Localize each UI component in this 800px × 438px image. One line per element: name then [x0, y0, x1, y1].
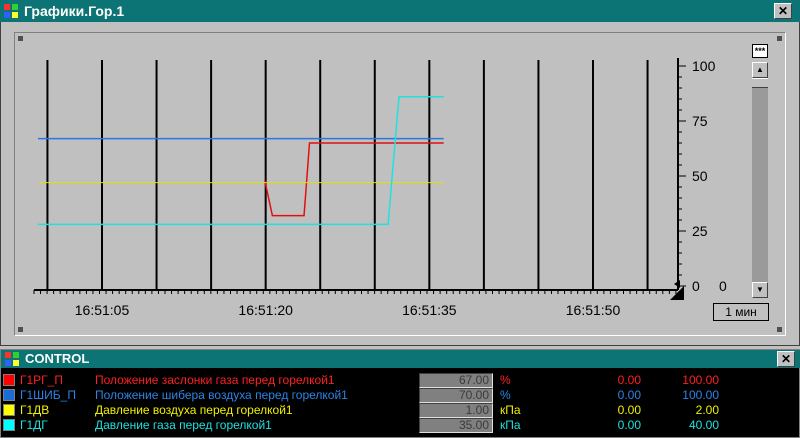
tag-row[interactable]: Г1ШИБ_П Положение шибера воздуха перед г… — [3, 388, 799, 403]
tag-name: Г1ШИБ_П — [20, 388, 76, 402]
series-color-swatch — [3, 389, 15, 401]
tag-name: Г1ДГ — [20, 418, 48, 432]
y-tick-label: 50 — [692, 168, 708, 184]
tag-min: 0.00 — [617, 418, 641, 432]
control-window-title: CONTROL — [25, 351, 90, 366]
close-icon[interactable]: ✕ — [777, 351, 795, 367]
chart-window: Графики.Гор.1 ✕ 100 75 50 25 0 0 16:51:05 16:51… — [0, 0, 800, 346]
y-tick-label: 25 — [692, 223, 708, 239]
app-icon — [5, 352, 19, 366]
tag-unit: кПа — [500, 418, 521, 432]
tag-max: 40.00 — [688, 418, 719, 432]
trend-chart: 100 75 50 25 0 0 16:51:05 16:51:20 16:51:35 16:51… — [33, 58, 727, 318]
control-window: CONTROL ✕ Г1РГ_П Положение заслонки газа… — [0, 349, 800, 438]
y-tick-label: 75 — [692, 113, 708, 129]
tag-description: Положение шибера воздуха перед горелкой1 — [95, 388, 348, 402]
x-tick-label: 16:51:05 — [75, 302, 130, 318]
tag-max: 100.00 — [682, 373, 719, 387]
tag-value: 70.00 — [458, 388, 489, 402]
tag-max: 2.00 — [695, 403, 719, 417]
tag-unit: % — [500, 373, 511, 387]
value-field: 70.00 — [419, 388, 493, 403]
series-line — [264, 142, 444, 217]
tag-unit: кПа — [500, 403, 521, 417]
scroll-thumb[interactable] — [752, 78, 768, 88]
x-tick-label: 16:51:20 — [238, 302, 293, 318]
scroll-down-icon[interactable]: ▼ — [752, 282, 768, 298]
value-field: 67.00 — [419, 373, 493, 388]
tag-row[interactable]: Г1ДГ Давление газа перед горелкой1 35.00… — [3, 418, 799, 433]
tag-name: Г1ДВ — [20, 403, 50, 417]
vertical-scrollbar[interactable]: ▲ ▼ — [752, 62, 768, 298]
tag-min: 0.00 — [617, 403, 641, 417]
x-tick-label: 16:51:50 — [566, 302, 621, 318]
tag-max: 100.00 — [682, 388, 719, 402]
tag-unit: % — [500, 388, 511, 402]
y-zero-label: 0 — [719, 278, 727, 294]
tag-description: Положение заслонки газа перед горелкой1 — [95, 373, 335, 387]
series-line — [38, 96, 444, 226]
tag-row[interactable]: Г1ДВ Давление воздуха перед горелкой1 1.… — [3, 403, 799, 418]
series-color-swatch — [3, 419, 15, 431]
tag-description: Давление воздуха перед горелкой1 — [95, 403, 293, 417]
value-field: 1.00 — [419, 403, 493, 418]
tag-value: 35.00 — [458, 418, 489, 432]
scroll-menu-button[interactable]: *** — [752, 44, 768, 58]
tag-row[interactable]: Г1РГ_П Положение заслонки газа перед гор… — [3, 373, 799, 388]
x-tick-label: 16:51:35 — [402, 302, 457, 318]
y-tick-label: 0 — [692, 278, 700, 294]
tag-description: Давление газа перед горелкой1 — [95, 418, 272, 432]
time-span-button[interactable]: 1 мин — [713, 303, 769, 321]
scroll-up-icon[interactable]: ▲ — [752, 62, 768, 78]
tag-name: Г1РГ_П — [20, 373, 63, 387]
series-color-swatch — [3, 374, 15, 386]
tag-value: 67.00 — [458, 373, 489, 387]
value-field: 35.00 — [419, 418, 493, 433]
series-color-swatch — [3, 404, 15, 416]
tag-min: 0.00 — [617, 373, 641, 387]
control-window-titlebar[interactable]: CONTROL ✕ — [1, 350, 800, 368]
tag-min: 0.00 — [617, 388, 641, 402]
tag-value: 1.00 — [465, 403, 489, 417]
y-tick-label: 100 — [692, 58, 716, 74]
